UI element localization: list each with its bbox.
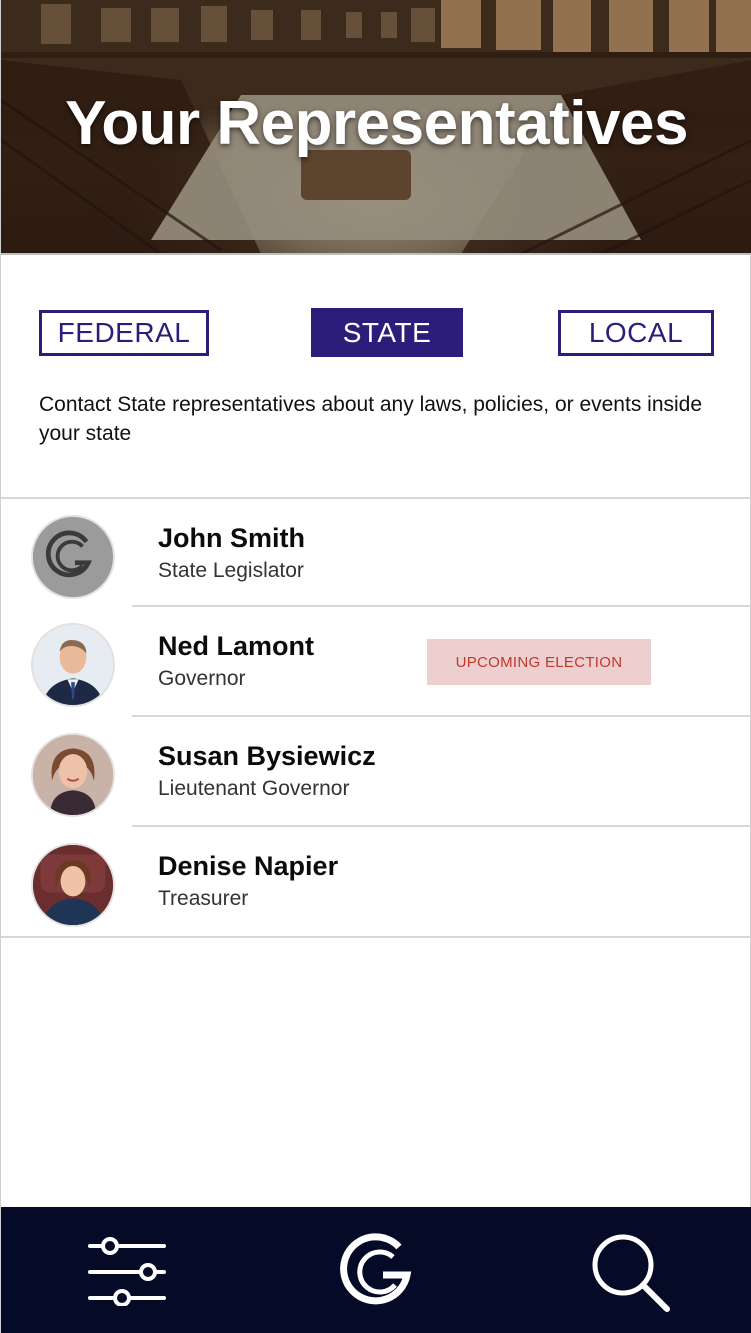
page-title: Your Representatives	[65, 89, 688, 158]
upcoming-election-badge: UPCOMING ELECTION	[427, 639, 651, 685]
sliders-icon	[88, 1237, 166, 1306]
avatar	[31, 843, 115, 927]
search-icon	[592, 1234, 670, 1312]
avatar	[31, 733, 115, 817]
rep-title: Treasurer	[158, 887, 249, 910]
hero-banner: Your Representatives	[1, 0, 751, 254]
rep-name: Susan Bysiewicz	[158, 741, 376, 771]
rep-title: Lieutenant Governor	[158, 777, 350, 800]
representative-row[interactable]: Susan Bysiewicz Lieutenant Governor	[1, 717, 751, 827]
person-photo	[33, 625, 113, 705]
tab-federal[interactable]: FEDERAL	[39, 310, 209, 356]
section-description: Contact State representatives about any …	[39, 393, 703, 445]
home-button[interactable]	[327, 1221, 427, 1321]
hero-divider	[1, 253, 751, 255]
row-divider	[1, 936, 751, 938]
g-logo-icon	[340, 1233, 412, 1305]
avatar	[31, 623, 115, 707]
search-button[interactable]	[579, 1221, 679, 1321]
tab-local[interactable]: LOCAL	[558, 310, 714, 356]
g-logo-icon	[33, 517, 110, 594]
bottom-navigation-bar	[1, 1207, 751, 1333]
representative-row[interactable]: Ned Lamont Governor UPCOMING ELECTION	[1, 607, 751, 717]
rep-name: Denise Napier	[158, 851, 339, 881]
avatar-placeholder	[31, 515, 115, 599]
person-photo	[33, 735, 113, 815]
rep-name: Ned Lamont	[158, 631, 315, 661]
filter-button[interactable]	[77, 1221, 177, 1321]
rep-title: State Legislator	[158, 559, 304, 582]
rep-title: Governor	[158, 667, 246, 690]
person-photo	[33, 845, 113, 925]
tab-state[interactable]: STATE	[311, 308, 463, 357]
app-screen: Your Representatives FEDERAL STATE LOCAL…	[0, 0, 751, 1333]
representative-row[interactable]: John Smith State Legislator	[1, 499, 751, 607]
representative-row[interactable]: Denise Napier Treasurer	[1, 827, 751, 938]
rep-name: John Smith	[158, 523, 305, 553]
